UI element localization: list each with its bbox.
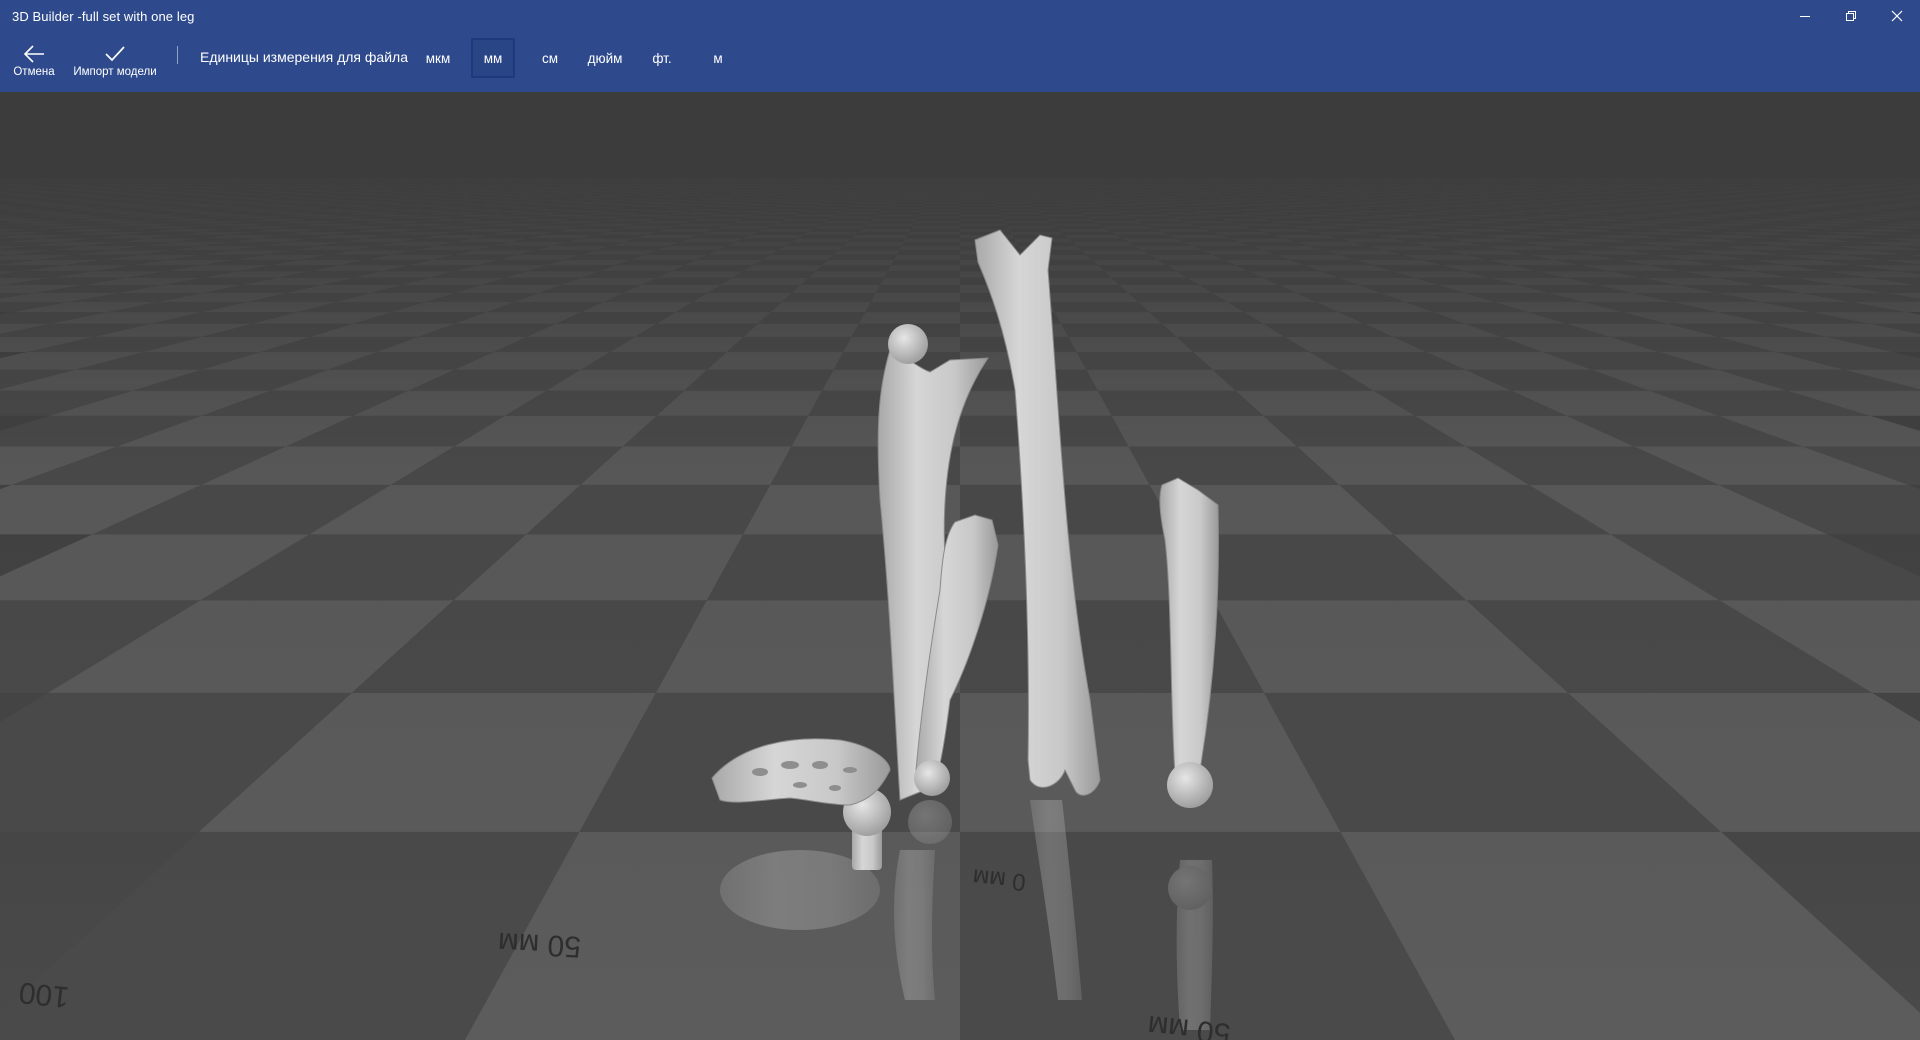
minimize-icon — [1800, 16, 1810, 17]
import-model-button[interactable]: Импорт модели — [68, 32, 162, 92]
scene-canvas[interactable]: 50 мм 100 0 мм 50 мм — [0, 92, 1920, 1040]
cancel-button[interactable]: Отмена — [8, 32, 60, 92]
unit-option-label: мм — [483, 50, 503, 66]
ruler-label: 0 мм — [971, 863, 1027, 895]
unit-option-um[interactable]: мкм — [416, 38, 460, 78]
unit-option-label: дюйм — [587, 50, 623, 66]
toolbar-separator — [177, 46, 178, 64]
title-bar: 3D Builder -full set with one leg — [0, 0, 1920, 32]
close-icon — [1891, 10, 1903, 22]
units-label: Единицы измерения для файла — [200, 49, 408, 65]
ruler-label: 100 — [17, 975, 70, 1013]
bone-right-ball — [1167, 762, 1213, 808]
unit-option-m[interactable]: м — [696, 38, 740, 78]
cancel-label: Отмена — [13, 66, 55, 78]
unit-option-mm[interactable]: мм — [471, 38, 515, 78]
checkmark-icon — [105, 46, 125, 62]
unit-option-label: мкм — [425, 50, 451, 66]
unit-option-label: м — [713, 50, 723, 66]
bone-ball-joint — [888, 324, 928, 364]
unit-option-label: фт. — [652, 50, 672, 66]
unit-option-ft[interactable]: фт. — [640, 38, 684, 78]
toolbar: Отмена Импорт модели Единицы измерения д… — [0, 32, 1920, 92]
minimize-button[interactable] — [1782, 0, 1828, 32]
window-title: 3D Builder -full set with one leg — [12, 9, 195, 24]
ruler-label: 50 мм — [497, 926, 582, 963]
restore-icon — [1846, 11, 1856, 21]
import-model-label: Импорт модели — [73, 66, 157, 78]
3d-viewport[interactable]: 50 мм 100 0 мм 50 мм — [0, 92, 1920, 1040]
close-button[interactable] — [1874, 0, 1920, 32]
unit-option-cm[interactable]: см — [528, 38, 572, 78]
unit-option-label: см — [541, 50, 559, 66]
restore-button[interactable] — [1828, 0, 1874, 32]
back-arrow-icon — [23, 45, 44, 63]
unit-option-inch[interactable]: дюйм — [583, 38, 627, 78]
bone-medium-ball — [914, 760, 950, 796]
